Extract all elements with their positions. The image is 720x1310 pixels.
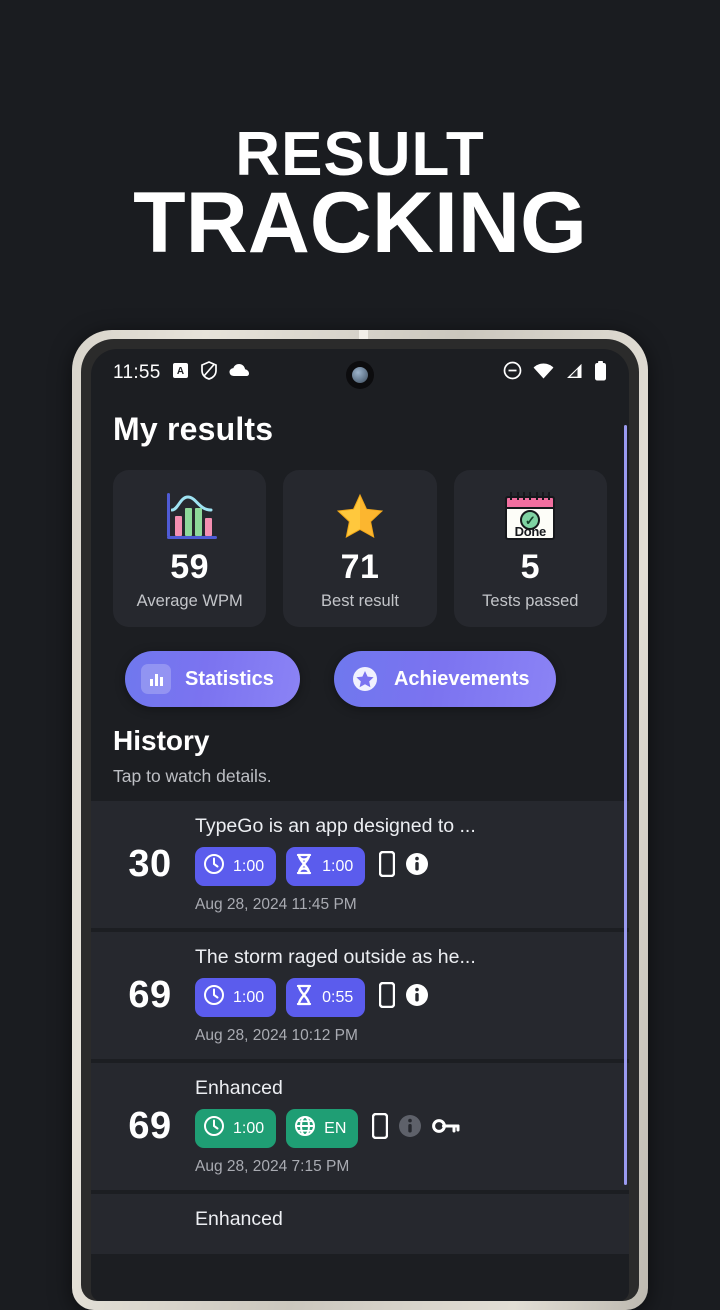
history-date: Aug 28, 2024 10:12 PM <box>195 1027 358 1044</box>
history-text: The storm raged outside as he... <box>195 946 476 968</box>
stat-label: Tests passed <box>482 592 579 610</box>
history-score: 69 <box>128 1105 172 1147</box>
stat-label: Best result <box>321 592 399 610</box>
history-list: 30 TypeGo is an app designed to ... 1:00 <box>91 801 629 1254</box>
front-camera-punch-hole <box>346 361 374 389</box>
phone-screen: 11:55 A My results 59 Average WPM 71 Bes… <box>91 349 629 1301</box>
action-buttons: Statistics Achievements <box>91 627 629 707</box>
battery-icon <box>594 360 607 386</box>
chip-label: 1:00 <box>233 988 265 1006</box>
do-not-disturb-icon <box>503 361 522 385</box>
shield-icon <box>200 361 218 385</box>
star-badge-icon <box>350 664 380 694</box>
statistics-button-label: Statistics <box>185 667 274 690</box>
clock-icon <box>203 853 225 880</box>
stat-value: 59 <box>170 548 210 586</box>
promo-line-2: TRACKING <box>133 175 587 272</box>
stat-label: Average WPM <box>136 592 243 610</box>
history-header: History Tap to watch details. <box>91 707 629 787</box>
chip-label: EN <box>324 1119 347 1137</box>
info-icon[interactable] <box>405 852 429 881</box>
phone-device-frame: 11:55 A My results 59 Average WPM 71 Bes… <box>72 330 648 1310</box>
history-chip-duration[interactable]: 1:00 <box>195 847 277 886</box>
chip-label: 1:00 <box>322 857 354 875</box>
achievements-button-label: Achievements <box>393 667 530 690</box>
calendar-done-emoji: ✓ Done <box>460 488 601 544</box>
history-date: Aug 28, 2024 11:45 PM <box>195 896 357 913</box>
phone-icon[interactable] <box>379 981 396 1013</box>
phone-bezel: 11:55 A My results 59 Average WPM 71 Bes… <box>81 339 639 1301</box>
bar-chart-icon <box>141 664 171 694</box>
history-title: History <box>113 725 210 756</box>
hourglass-icon <box>294 853 314 880</box>
stat-cards: 59 Average WPM 71 Best result ✓ Done 5 T… <box>91 448 629 627</box>
history-subtitle: Tap to watch details. <box>113 766 272 786</box>
svg-text:A: A <box>177 366 184 377</box>
history-row[interactable]: Enhanced <box>91 1194 629 1254</box>
hourglass-icon <box>294 984 314 1011</box>
clock-icon <box>203 1115 225 1142</box>
phone-icon[interactable] <box>372 1112 389 1144</box>
app-content: My results 59 Average WPM 71 Best result… <box>91 397 629 1301</box>
promo-headline: RESULT TRACKING <box>0 123 720 272</box>
bar-chart-emoji <box>119 488 260 544</box>
chip-label: 1:00 <box>233 857 265 875</box>
history-chip-language[interactable]: EN <box>286 1109 359 1148</box>
history-date: Aug 28, 2024 7:15 PM <box>195 1158 350 1175</box>
stat-value: 71 <box>340 548 380 586</box>
stat-card-tests-passed[interactable]: ✓ Done 5 Tests passed <box>453 470 607 627</box>
status-bar: 11:55 A <box>91 349 629 397</box>
history-text: Enhanced <box>195 1208 283 1230</box>
page-title: My results <box>113 411 274 447</box>
chip-label: 0:55 <box>322 988 354 1006</box>
achievements-button[interactable]: Achievements <box>333 651 556 707</box>
scrollbar-thumb[interactable] <box>624 425 627 1185</box>
stat-card-best-result[interactable]: 71 Best result <box>283 470 437 627</box>
history-score: 30 <box>128 843 172 885</box>
status-bar-right <box>503 349 607 397</box>
wifi-icon <box>533 363 554 384</box>
globe-icon <box>294 1115 316 1142</box>
cellular-signal-icon <box>565 363 583 384</box>
status-bar-left: 11:55 A <box>113 361 250 385</box>
star-emoji <box>289 488 430 544</box>
cloud-icon <box>229 363 250 383</box>
info-icon[interactable] <box>405 983 429 1012</box>
chip-label: 1:00 <box>233 1119 265 1137</box>
history-chip-duration[interactable]: 1:00 <box>195 978 277 1017</box>
status-bar-clock: 11:55 <box>113 362 161 383</box>
history-chip-time-spent[interactable]: 0:55 <box>286 978 366 1017</box>
stat-value: 5 <box>520 548 541 586</box>
clock-icon <box>203 984 225 1011</box>
history-chip-duration[interactable]: 1:00 <box>195 1109 277 1148</box>
info-icon-dim[interactable] <box>398 1114 422 1143</box>
stat-card-average-wpm[interactable]: 59 Average WPM <box>113 470 267 627</box>
phone-icon[interactable] <box>379 850 396 882</box>
history-score: 69 <box>128 974 172 1016</box>
history-row[interactable]: 30 TypeGo is an app designed to ... 1:00 <box>91 801 629 928</box>
app-badge-icon: A <box>172 362 189 384</box>
history-row[interactable]: 69 The storm raged outside as he... 1:00 <box>91 932 629 1059</box>
statistics-button[interactable]: Statistics <box>125 651 300 707</box>
history-row[interactable]: 69 Enhanced 1:00 EN Aug 28, 2024 7:15 PM <box>91 1063 629 1190</box>
history-text: TypeGo is an app designed to ... <box>195 815 476 837</box>
history-chip-time-spent[interactable]: 1:00 <box>286 847 366 886</box>
history-text: Enhanced <box>195 1077 283 1099</box>
key-icon[interactable] <box>432 1116 460 1141</box>
